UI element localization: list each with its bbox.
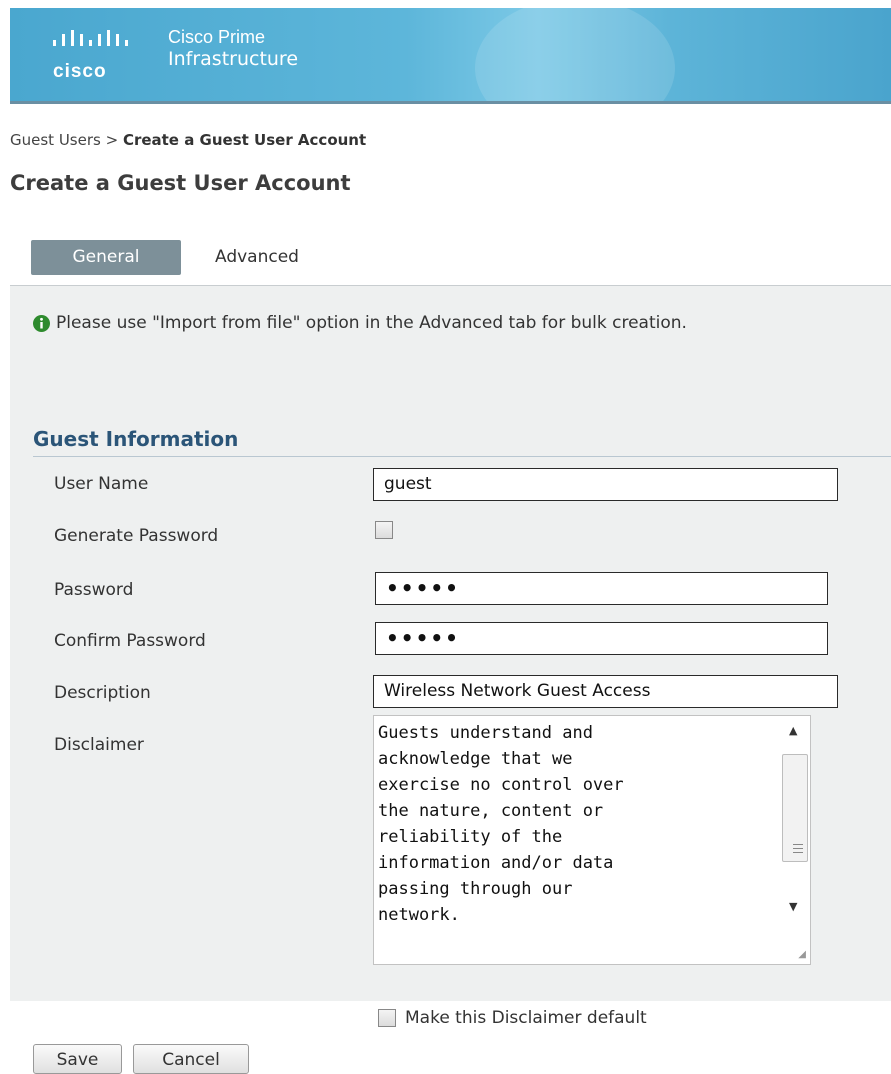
breadcrumb: Guest Users > Create a Guest User Accoun… xyxy=(10,131,366,149)
cisco-logo-text: cisco xyxy=(53,61,107,82)
section-title-guest-information: Guest Information xyxy=(33,427,239,451)
description-label: Description xyxy=(54,683,151,703)
make-default-checkbox[interactable] xyxy=(378,1009,396,1027)
cisco-logo-icon xyxy=(53,30,128,46)
disclaimer-scrollbar[interactable]: ▲ ▼ xyxy=(777,716,810,941)
section-divider xyxy=(33,456,891,457)
scroll-up-arrow-icon[interactable]: ▲ xyxy=(789,724,797,737)
breadcrumb-parent-link[interactable]: Guest Users xyxy=(10,131,101,149)
tab-general[interactable]: General xyxy=(31,240,181,275)
generate-password-label: Generate Password xyxy=(54,526,219,546)
info-message: Please use "Import from file" option in … xyxy=(33,313,687,333)
breadcrumb-current: Create a Guest User Account xyxy=(122,131,367,149)
cancel-button[interactable]: Cancel xyxy=(133,1044,249,1074)
scroll-down-arrow-icon[interactable]: ▼ xyxy=(789,900,797,913)
make-default-label: Make this Disclaimer default xyxy=(405,1008,647,1028)
disclaimer-text: Guests understand and acknowledge that w… xyxy=(378,723,624,925)
password-label: Password xyxy=(54,580,134,600)
page-title: Create a Guest User Account xyxy=(10,171,351,195)
breadcrumb-separator: > xyxy=(100,131,123,149)
header-decoration xyxy=(475,8,675,101)
password-input[interactable]: ••••• xyxy=(375,572,828,605)
disclaimer-label: Disclaimer xyxy=(54,735,144,755)
info-message-text: Please use "Import from file" option in … xyxy=(56,313,687,333)
description-input[interactable]: Wireless Network Guest Access xyxy=(373,675,838,708)
product-name-line2: Infrastructure xyxy=(168,48,299,70)
info-icon xyxy=(33,314,50,332)
user-name-label: User Name xyxy=(54,474,149,494)
confirm-password-label: Confirm Password xyxy=(54,631,206,651)
resize-handle-icon[interactable]: ◢ xyxy=(798,949,806,960)
grip-icon xyxy=(793,844,803,856)
user-name-input[interactable]: guest xyxy=(373,468,838,501)
disclaimer-textarea[interactable]: Guests understand and acknowledge that w… xyxy=(373,715,811,965)
save-button[interactable]: Save xyxy=(33,1044,122,1074)
app-header: cisco Cisco Prime Infrastructure xyxy=(10,8,891,104)
tab-advanced[interactable]: Advanced xyxy=(215,240,299,275)
confirm-password-input[interactable]: ••••• xyxy=(375,622,828,655)
generate-password-checkbox[interactable] xyxy=(375,521,393,539)
product-name-line1: Cisco Prime xyxy=(168,27,266,47)
scroll-thumb[interactable] xyxy=(782,754,808,862)
